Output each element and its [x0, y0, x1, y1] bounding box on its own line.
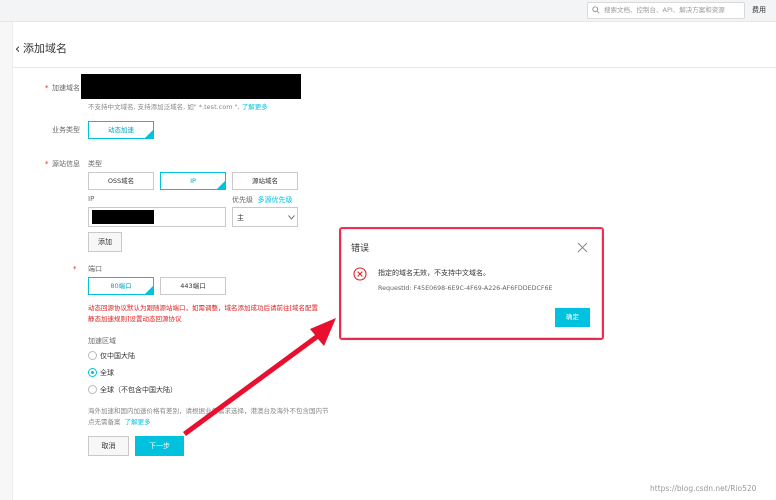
dialog-request-id: RequestId: F45E0698-6E9C-4F69-A226-AF6FD… — [378, 285, 553, 292]
error-circle-icon — [353, 267, 367, 281]
dialog-message: 指定的域名无效，不支持中文域名。 — [378, 269, 490, 277]
close-icon[interactable] — [577, 242, 588, 253]
dialog-title: 错误 — [351, 244, 370, 254]
ok-button[interactable]: 确定 — [555, 308, 590, 327]
watermark: https://blog.csdn.net/Rio520 — [650, 484, 757, 493]
error-dialog: 错误 指定的域名无效，不支持中文域名。 RequestId: F45E0698-… — [342, 230, 601, 337]
